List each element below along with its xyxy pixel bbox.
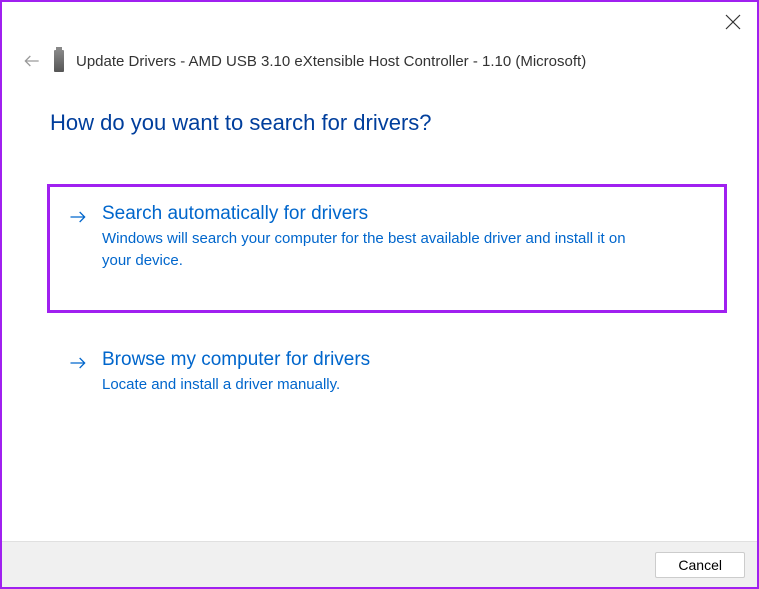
- option-browse-computer[interactable]: Browse my computer for drivers Locate an…: [50, 333, 709, 416]
- option-description: Windows will search your computer for th…: [102, 228, 642, 272]
- option-title: Search automatically for drivers: [102, 203, 706, 225]
- option-search-automatically[interactable]: Search automatically for drivers Windows…: [47, 184, 727, 313]
- option-title: Browse my computer for drivers: [102, 349, 691, 371]
- device-icon: [54, 50, 64, 72]
- main-heading: How do you want to search for drivers?: [50, 110, 709, 136]
- arrow-right-icon: [68, 353, 88, 373]
- footer-bar: Cancel: [2, 541, 757, 587]
- close-button[interactable]: [725, 14, 741, 30]
- dialog-title: Update Drivers - AMD USB 3.10 eXtensible…: [76, 53, 586, 70]
- content-area: How do you want to search for drivers? S…: [50, 110, 709, 435]
- header-row: Update Drivers - AMD USB 3.10 eXtensible…: [22, 50, 586, 72]
- close-icon: [725, 14, 741, 30]
- dialog-window: Update Drivers - AMD USB 3.10 eXtensible…: [0, 0, 759, 589]
- back-arrow-icon: [22, 51, 42, 71]
- back-button: [22, 51, 42, 71]
- cancel-button[interactable]: Cancel: [655, 552, 745, 578]
- arrow-right-icon: [68, 207, 88, 227]
- option-description: Locate and install a driver manually.: [102, 374, 642, 396]
